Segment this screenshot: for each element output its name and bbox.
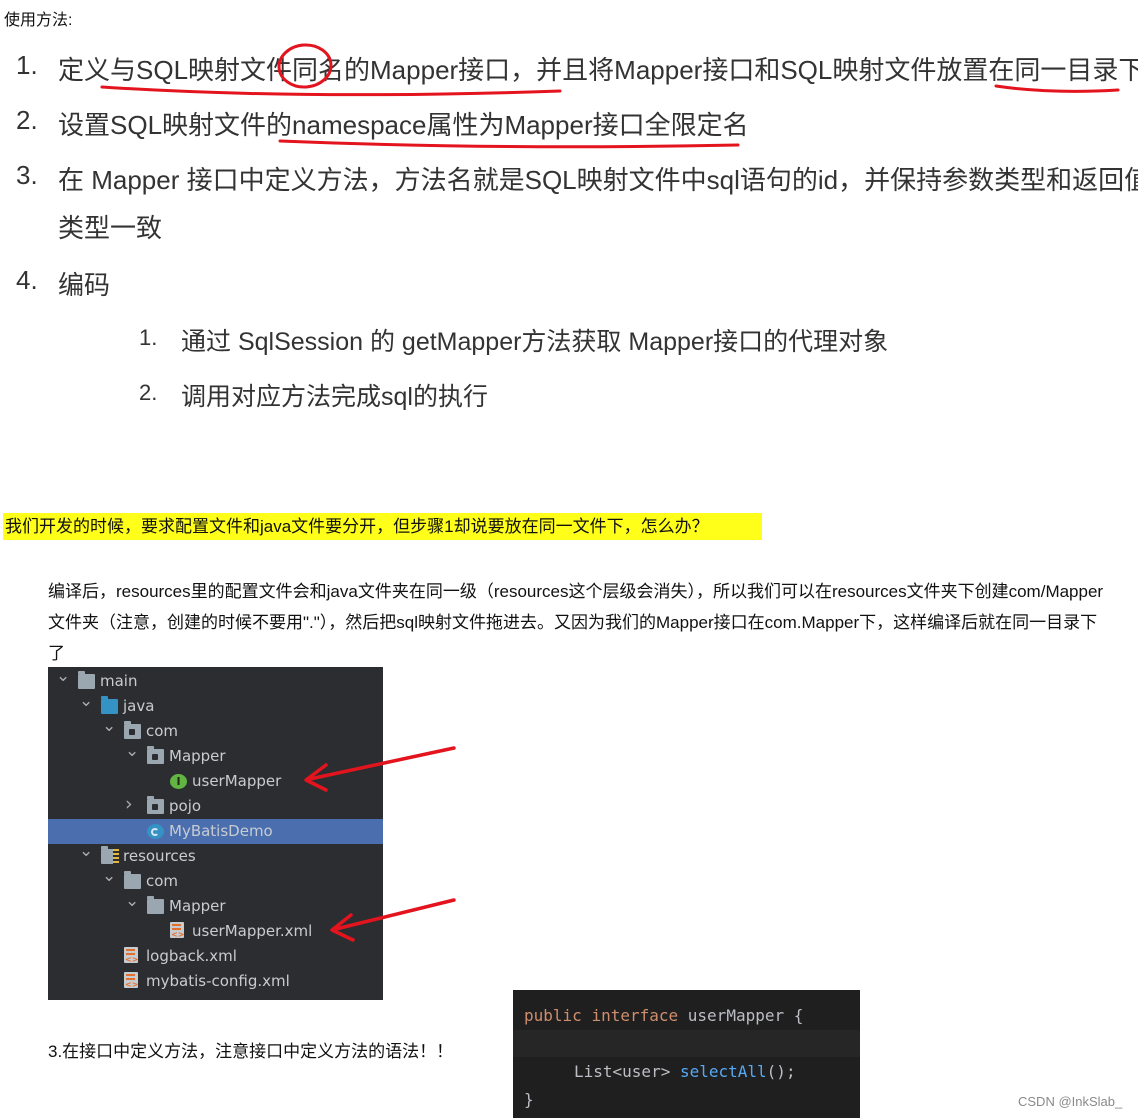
keyword-public: public bbox=[524, 1006, 582, 1025]
return-type: List<user> bbox=[574, 1062, 671, 1081]
tree-row-mybatisdemo[interactable]: MyBatisDemo bbox=[48, 819, 383, 844]
watermark: CSDN @InkSlab_ bbox=[1018, 1094, 1123, 1109]
chevron-down-icon[interactable]: ⌄ bbox=[125, 891, 139, 911]
tree-row-label: com bbox=[146, 872, 179, 890]
code-line-3: } bbox=[524, 1090, 534, 1109]
chevron-down-icon[interactable]: ⌄ bbox=[102, 716, 116, 736]
substep-text: 调用对应方法完成sql的执行 bbox=[181, 383, 488, 411]
folder-icon bbox=[147, 896, 164, 914]
tree-row-label: MyBatisDemo bbox=[169, 822, 273, 840]
interface-name: userMapper bbox=[687, 1006, 785, 1025]
underline-annotation bbox=[278, 139, 740, 149]
folder-icon bbox=[124, 871, 141, 889]
tree-row-main[interactable]: ⌄ main bbox=[48, 666, 383, 694]
answer-paragraph: 编译后，resources里的配置文件会和java文件夹在同一级（resourc… bbox=[48, 582, 1104, 663]
tree-row-label: logback.xml bbox=[146, 947, 237, 965]
tree-row-mapper[interactable]: ⌄ Mapper bbox=[48, 891, 383, 919]
chevron-down-icon[interactable]: ⌄ bbox=[79, 691, 93, 711]
step-text: 编码 bbox=[58, 270, 111, 300]
method-name: selectAll bbox=[679, 1062, 767, 1081]
tree-row-mybatis-config-xml[interactable]: mybatis-config.xml bbox=[48, 969, 383, 994]
code-line-2: List<user> selectAll(); bbox=[574, 1062, 796, 1081]
folder-icon bbox=[78, 671, 95, 689]
method-parens: (); bbox=[766, 1062, 796, 1081]
step-text: 在 Mapper 接口中定义方法，方法名就是SQL映射文件中sql语句的id，并… bbox=[58, 165, 1138, 195]
tree-row-label: Mapper bbox=[169, 897, 226, 915]
substep-number: 1. bbox=[139, 325, 158, 350]
step-number: 3. bbox=[16, 160, 38, 190]
circle-annotation bbox=[277, 43, 333, 89]
tree-row-label: pojo bbox=[169, 797, 202, 815]
source-folder-icon bbox=[101, 696, 118, 714]
current-line-highlight bbox=[513, 1030, 860, 1057]
package-icon bbox=[124, 721, 141, 739]
tree-row-com[interactable]: ⌄ com bbox=[48, 866, 383, 894]
chevron-down-icon[interactable]: ⌄ bbox=[79, 841, 93, 861]
underline-annotation bbox=[994, 84, 1120, 93]
tree-row-label: resources bbox=[123, 847, 196, 865]
underline-annotation bbox=[100, 85, 562, 97]
highlighted-question: 我们开发的时候，要求配置文件和java文件要分开，但步骤1却说要放在同一文件下，… bbox=[3, 513, 762, 540]
tree-row-mapper[interactable]: ⌄ Mapper bbox=[48, 741, 383, 769]
tree-row-label: java bbox=[123, 697, 155, 715]
step-number: 4. bbox=[16, 265, 38, 295]
resources-folder-icon bbox=[101, 846, 119, 864]
tree-row-resources[interactable]: ⌄ resources bbox=[48, 841, 383, 869]
code-snippet: public interface userMapper { List<user>… bbox=[513, 990, 860, 1118]
chevron-down-icon[interactable]: ⌄ bbox=[102, 866, 116, 886]
xml-file-icon bbox=[124, 947, 138, 964]
tree-row-label: main bbox=[100, 672, 138, 690]
tree-row-usermapper-xml[interactable]: userMapper.xml bbox=[48, 919, 383, 944]
tree-row-usermapper[interactable]: IuserMapper bbox=[48, 769, 383, 794]
package-icon bbox=[147, 796, 164, 814]
close-brace: } bbox=[524, 1090, 534, 1109]
keyword-interface: interface bbox=[591, 1006, 679, 1025]
xml-file-icon bbox=[124, 972, 138, 989]
tree-row-label: mybatis-config.xml bbox=[146, 972, 290, 990]
tree-row-java[interactable]: ⌄ java bbox=[48, 691, 383, 719]
code-line-1: public interface userMapper { bbox=[524, 1006, 803, 1025]
tree-row-label: userMapper.xml bbox=[192, 922, 313, 940]
tree-row-logback-xml[interactable]: logback.xml bbox=[48, 944, 383, 969]
step-text-continued: 类型一致 bbox=[58, 213, 163, 243]
handwritten-annotations bbox=[100, 43, 1120, 149]
class-icon bbox=[147, 824, 164, 839]
tree-row-label: userMapper bbox=[192, 772, 282, 790]
package-icon bbox=[147, 746, 164, 764]
project-tree[interactable]: ⌄ main ⌄ java ⌄ com ⌄ Mapper IuserMapper › pojo MyB… bbox=[48, 666, 383, 1000]
interface-icon: I bbox=[170, 774, 187, 789]
step3-caption: 3.在接口中定义方法，注意接口中定义方法的语法！！ bbox=[48, 1042, 454, 1061]
chevron-down-icon[interactable]: ⌄ bbox=[56, 666, 70, 686]
chevron-right-icon[interactable]: › bbox=[125, 793, 133, 815]
tree-row-label: Mapper bbox=[169, 747, 226, 765]
substep-number: 2. bbox=[139, 380, 158, 405]
chevron-down-icon[interactable]: ⌄ bbox=[125, 741, 139, 761]
tree-row-com[interactable]: ⌄ com bbox=[48, 716, 383, 744]
xml-file-icon bbox=[170, 922, 184, 939]
substep-text: 通过 SqlSession 的 getMapper方法获取 Mapper接口的代… bbox=[181, 328, 889, 356]
open-brace: { bbox=[793, 1006, 804, 1025]
tree-row-label: com bbox=[146, 722, 179, 740]
tree-row-pojo[interactable]: › pojo bbox=[48, 793, 383, 819]
